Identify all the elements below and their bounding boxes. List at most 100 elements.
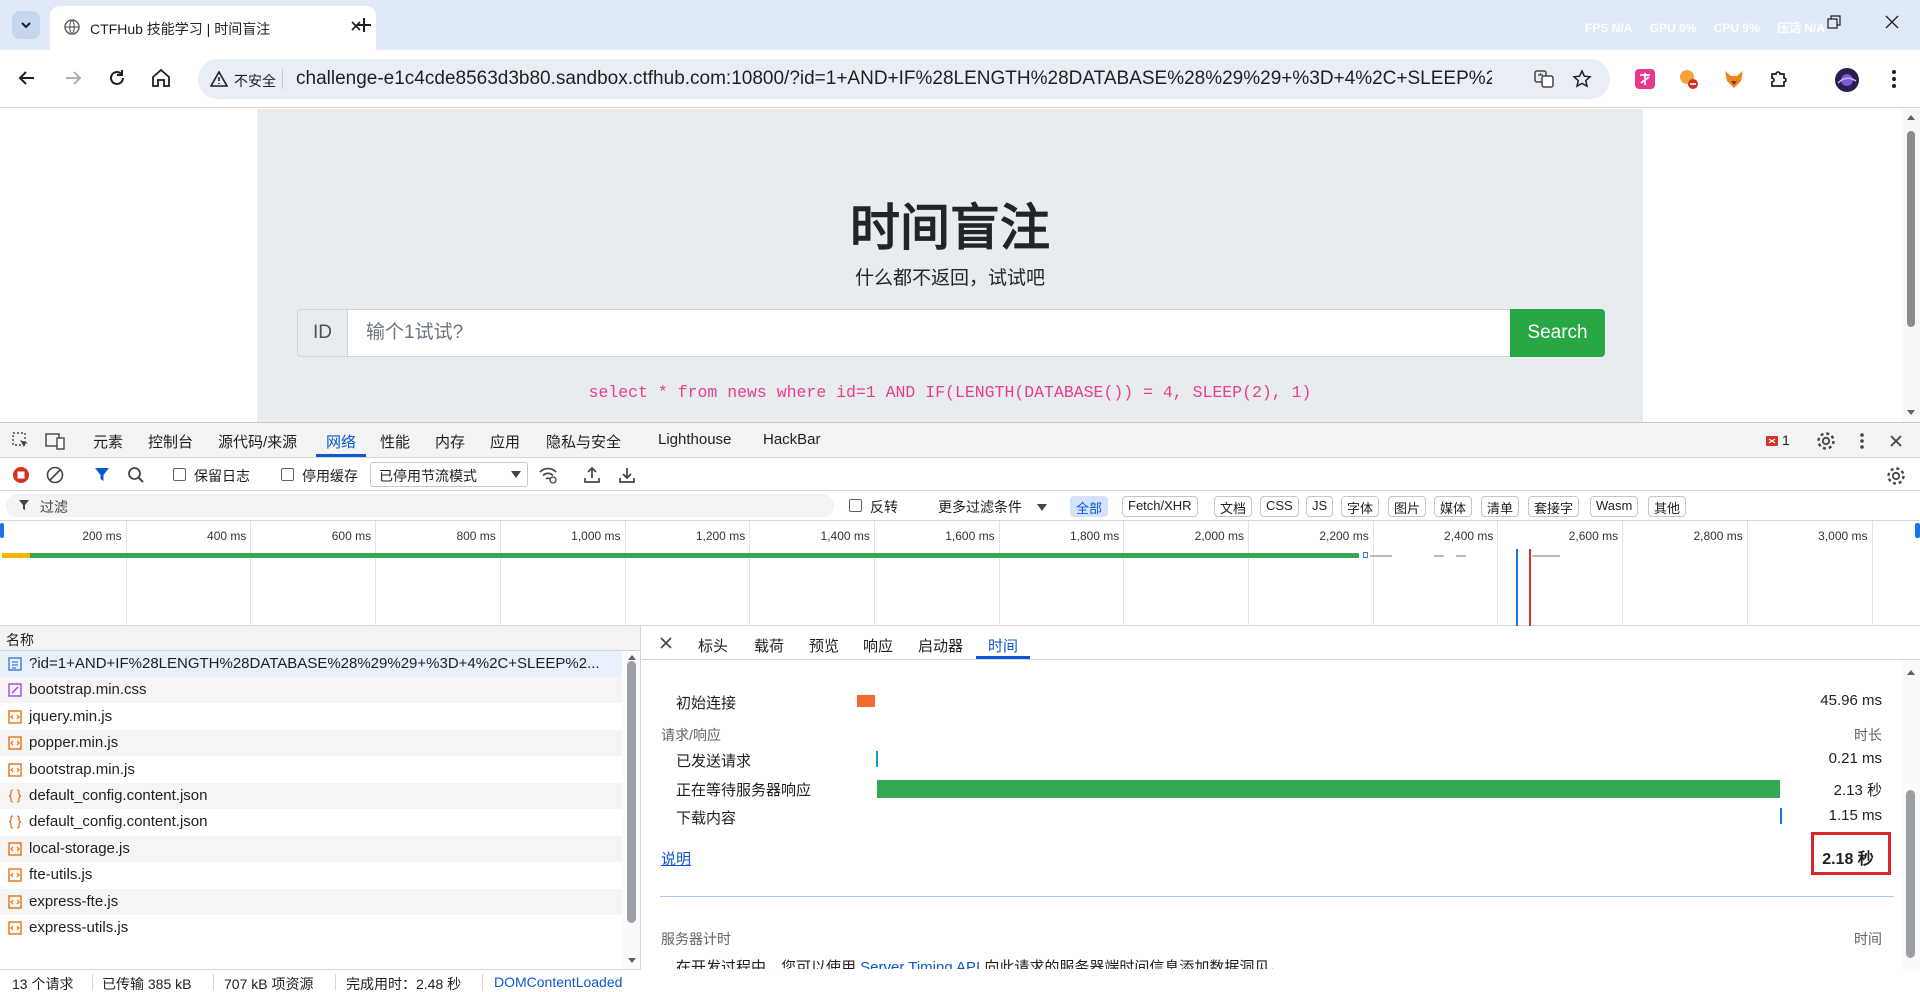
filter-funnel-icon[interactable] bbox=[93, 466, 111, 484]
device-toolbar-icon[interactable] bbox=[45, 432, 65, 450]
request-row[interactable]: ?id=1+AND+IF%28LENGTH%28DATABASE%28%29%2… bbox=[0, 651, 622, 677]
detail-tab-headers[interactable]: 标头 bbox=[698, 635, 728, 656]
page-scrollbar-thumb[interactable] bbox=[1907, 131, 1915, 327]
tab-lighthouse[interactable]: Lighthouse bbox=[658, 431, 731, 448]
type-filter-manifest[interactable]: 清单 bbox=[1481, 496, 1520, 517]
request-row[interactable]: bootstrap.min.js bbox=[0, 757, 622, 783]
bookmark-star-icon[interactable] bbox=[1572, 69, 1592, 89]
explanation-link[interactable]: 说明 bbox=[661, 848, 691, 869]
more-vert-icon[interactable] bbox=[1882, 67, 1906, 91]
browser-tab[interactable]: CTFHub 技能学习 | 时间盲注 bbox=[50, 6, 376, 50]
request-row[interactable]: bootstrap.min.css bbox=[0, 677, 622, 704]
tab-sources[interactable]: 源代码/来源 bbox=[218, 431, 297, 452]
clear-icon[interactable] bbox=[46, 466, 64, 484]
search-button[interactable]: Search bbox=[1510, 309, 1605, 357]
scroll-down-icon[interactable] bbox=[627, 957, 637, 965]
not-secure-label[interactable]: 不安全 bbox=[234, 71, 276, 91]
detail-tab-initiator[interactable]: 启动器 bbox=[918, 635, 963, 656]
type-filter-css[interactable]: CSS bbox=[1260, 496, 1299, 517]
record-stop-icon[interactable] bbox=[12, 466, 30, 484]
request-row[interactable]: jquery.min.js bbox=[0, 704, 622, 730]
network-conditions-icon[interactable] bbox=[538, 466, 558, 484]
detail-tab-preview[interactable]: 预览 bbox=[809, 635, 839, 656]
blocker-extension-icon[interactable] bbox=[1677, 67, 1701, 91]
id-input[interactable] bbox=[347, 309, 1511, 357]
overview-range-handle-left[interactable] bbox=[0, 523, 4, 538]
preserve-log-checkbox[interactable] bbox=[173, 468, 186, 481]
type-filter-js[interactable]: JS bbox=[1306, 496, 1334, 517]
disable-cache-checkbox[interactable] bbox=[281, 468, 294, 481]
type-filter-other[interactable]: 其他 bbox=[1648, 496, 1687, 517]
throttling-select[interactable]: 已停用节流模式 bbox=[370, 462, 528, 487]
profile-avatar[interactable] bbox=[1834, 67, 1860, 93]
type-filter-socket[interactable]: 套接字 bbox=[1528, 496, 1580, 517]
extensions-puzzle-icon[interactable] bbox=[1767, 67, 1791, 91]
type-filter-wasm[interactable]: Wasm bbox=[1590, 496, 1639, 517]
translate-icon[interactable] bbox=[1534, 69, 1554, 89]
request-list-scrollbar-thumb[interactable] bbox=[627, 661, 636, 923]
tab-elements[interactable]: 元素 bbox=[93, 431, 123, 452]
tab-hackbar[interactable]: HackBar bbox=[763, 431, 821, 448]
request-list-scrollbar[interactable] bbox=[623, 651, 640, 969]
type-filter-fetch-xhr[interactable]: Fetch/XHR bbox=[1122, 496, 1198, 517]
tab-privacy-security[interactable]: 隐私与安全 bbox=[546, 431, 621, 452]
detail-scrollbar-thumb[interactable] bbox=[1906, 790, 1915, 958]
scroll-up-icon[interactable] bbox=[1906, 113, 1916, 121]
close-devtools-icon[interactable] bbox=[1888, 433, 1904, 449]
request-row[interactable]: default_config.content.json bbox=[0, 809, 622, 835]
detail-tab-timing[interactable]: 时间 bbox=[988, 635, 1018, 656]
tab-network[interactable]: 网络 bbox=[326, 431, 356, 452]
export-har-icon[interactable] bbox=[618, 466, 636, 484]
overview-range-handle-right[interactable] bbox=[1915, 523, 1920, 538]
request-row[interactable]: express-fte.js bbox=[0, 888, 622, 915]
invert-checkbox[interactable] bbox=[849, 499, 862, 512]
type-filter-media[interactable]: 媒体 bbox=[1434, 496, 1473, 517]
reload-icon[interactable] bbox=[106, 67, 128, 89]
network-settings-gear-icon[interactable] bbox=[1886, 466, 1906, 486]
tab-search-button[interactable] bbox=[12, 11, 40, 39]
request-row[interactable]: local-storage.js bbox=[0, 835, 622, 862]
back-arrow-icon[interactable] bbox=[16, 67, 38, 89]
name-column-header[interactable]: 名称 bbox=[0, 626, 640, 651]
inspect-element-icon[interactable] bbox=[12, 432, 30, 450]
url-text[interactable]: challenge-e1c4cde8563d3b80.sandbox.ctfhu… bbox=[296, 68, 1492, 90]
page-scrollbar[interactable] bbox=[1902, 109, 1920, 422]
tab-performance[interactable]: 性能 bbox=[380, 431, 410, 452]
close-detail-icon[interactable] bbox=[660, 637, 672, 649]
tab-memory[interactable]: 内存 bbox=[435, 431, 465, 452]
server-timing-api-link[interactable]: Server Timing API bbox=[860, 959, 980, 969]
scroll-up-icon[interactable] bbox=[1906, 668, 1916, 676]
address-bar[interactable]: 不安全 challenge-e1c4cde8563d3b80.sandbox.c… bbox=[198, 59, 1610, 99]
detail-tab-response[interactable]: 响应 bbox=[863, 635, 893, 656]
translate-extension-icon[interactable] bbox=[1633, 67, 1657, 91]
network-overview-timeline[interactable]: 200 ms 400 ms 600 ms 800 ms 1,000 ms 1,200 ms… bbox=[0, 521, 1920, 626]
warning-icon[interactable] bbox=[210, 70, 228, 88]
detail-tab-payload[interactable]: 载荷 bbox=[754, 635, 784, 656]
import-har-icon[interactable] bbox=[583, 466, 601, 484]
new-tab-icon[interactable] bbox=[352, 13, 376, 37]
tab-console[interactable]: 控制台 bbox=[148, 431, 193, 452]
settings-gear-icon[interactable] bbox=[1816, 431, 1836, 451]
type-filter-img[interactable]: 图片 bbox=[1388, 496, 1427, 517]
scroll-down-icon[interactable] bbox=[1906, 409, 1916, 417]
filter-input[interactable]: 过滤 bbox=[6, 494, 834, 517]
fox-extension-icon[interactable] bbox=[1722, 67, 1746, 91]
scroll-up-icon[interactable] bbox=[627, 653, 637, 661]
request-row[interactable]: fte-utils.js bbox=[0, 862, 622, 888]
type-filter-font[interactable]: 字体 bbox=[1341, 496, 1380, 517]
error-count[interactable]: 1 bbox=[1782, 432, 1790, 448]
tab-application[interactable]: 应用 bbox=[490, 431, 520, 452]
forward-arrow-icon[interactable] bbox=[62, 67, 84, 89]
request-row[interactable]: express-utils.js bbox=[0, 915, 622, 941]
error-icon[interactable] bbox=[1766, 435, 1778, 447]
request-row[interactable]: popper.min.js bbox=[0, 730, 622, 757]
detail-scrollbar[interactable] bbox=[1902, 660, 1920, 969]
restore-icon[interactable] bbox=[1826, 14, 1842, 30]
request-row[interactable]: default_config.content.json bbox=[0, 783, 622, 809]
home-icon[interactable] bbox=[150, 67, 172, 89]
search-icon[interactable] bbox=[127, 466, 145, 484]
more-vert-icon[interactable] bbox=[1852, 431, 1872, 451]
type-filter-all[interactable]: 全部 bbox=[1070, 496, 1109, 517]
window-close-icon[interactable] bbox=[1884, 14, 1900, 30]
type-filter-doc[interactable]: 文档 bbox=[1214, 496, 1253, 517]
